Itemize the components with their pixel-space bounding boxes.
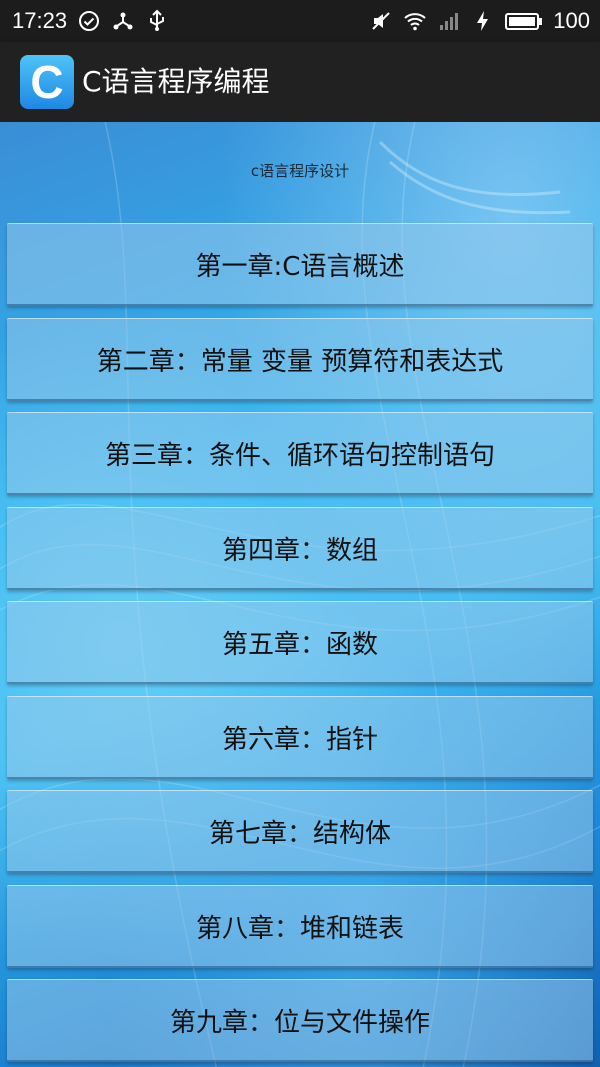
check-circle-icon xyxy=(77,9,101,33)
status-bar: 17:23 100 xyxy=(0,0,600,42)
chapter-7-button[interactable]: 第七章：结构体 xyxy=(7,790,593,873)
chapter-6-button[interactable]: 第六章：指针 xyxy=(7,696,593,779)
chapter-8-button[interactable]: 第八章：堆和链表 xyxy=(7,885,593,968)
chapter-1-button[interactable]: 第一章:C语言概述 xyxy=(7,223,593,306)
app-bar: C C语言程序编程 xyxy=(0,42,600,122)
battery-icon xyxy=(505,9,543,33)
app-title: C语言程序编程 xyxy=(82,65,270,98)
page-subtitle: c语言程序设计 xyxy=(250,162,350,180)
chapter-5-button[interactable]: 第五章：函数 xyxy=(7,601,593,684)
chapter-3-button[interactable]: 第三章：条件、循环语句控制语句 xyxy=(7,412,593,495)
chapter-4-button[interactable]: 第四章：数组 xyxy=(7,507,593,590)
chapter-list-screen: c语言程序设计 第一章:C语言概述 第二章：常量 变量 预算符和表达式 第三章：… xyxy=(0,122,600,1067)
battery-level: 100 xyxy=(553,8,590,33)
no-signal-icon xyxy=(437,9,461,33)
status-time: 17:23 xyxy=(12,8,68,33)
usb-tethering-icon xyxy=(111,9,135,33)
charging-icon xyxy=(471,9,495,33)
chapter-2-button[interactable]: 第二章：常量 变量 预算符和表达式 xyxy=(7,318,593,401)
mute-icon xyxy=(369,9,393,33)
app-logo-icon: C xyxy=(20,55,74,109)
usb-icon xyxy=(145,9,169,33)
chapter-9-button[interactable]: 第九章：位与文件操作 xyxy=(7,979,593,1062)
wifi-icon xyxy=(403,9,427,33)
